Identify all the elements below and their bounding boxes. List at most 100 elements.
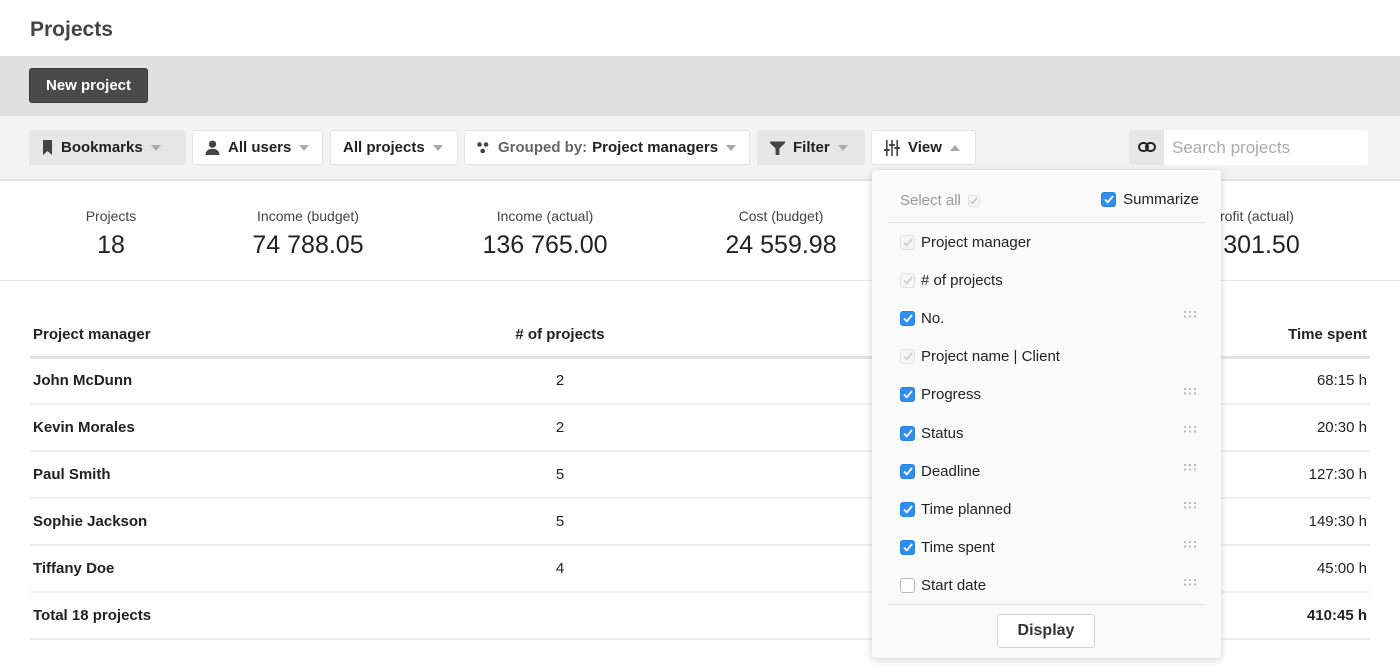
chevron-up-icon: [949, 144, 960, 151]
projects-dropdown[interactable]: All projects: [330, 130, 458, 165]
column-option-checkbox: [900, 272, 915, 288]
cell-projects: 4: [490, 545, 630, 593]
cell-manager: Tiffany Doe: [30, 545, 490, 593]
drag-handle-icon[interactable]: [1184, 573, 1197, 590]
column-option-label: Time spent: [921, 539, 995, 557]
column-option: # of projects: [900, 261, 1205, 299]
view-dropdown[interactable]: View: [871, 130, 976, 165]
summarize-checkbox[interactable]: [1101, 192, 1117, 207]
column-option-label: Time planned: [921, 500, 1012, 518]
select-all-toggle[interactable]: Select all: [900, 192, 980, 209]
column-option[interactable]: Deadline: [900, 452, 1205, 490]
column-option-label: Deadline: [921, 462, 981, 480]
new-project-button[interactable]: New project: [29, 68, 148, 103]
stat-label: Cost (budget): [738, 208, 824, 224]
cell-projects: 2: [490, 357, 630, 405]
cell-manager: Sophie Jackson: [30, 498, 490, 546]
stat-value: ) 301.50: [1208, 231, 1300, 259]
cell-time-spent: 149:30 h: [1220, 498, 1370, 546]
bookmarks-label: Bookmarks: [61, 139, 143, 156]
summarize-toggle[interactable]: Summarize: [1101, 191, 1199, 208]
user-icon: [205, 140, 220, 155]
cell-projects: 2: [490, 404, 630, 452]
column-option-checkbox[interactable]: [900, 501, 915, 517]
stat-label: Projects: [85, 208, 137, 224]
column-option: Project name | Client: [900, 338, 1205, 376]
column-option-checkbox[interactable]: [900, 578, 915, 594]
column-option[interactable]: Status: [900, 414, 1205, 452]
cell-manager: Kevin Morales: [30, 404, 490, 452]
drag-handle-icon[interactable]: [1184, 458, 1197, 475]
column-header-num-projects[interactable]: # of projects: [490, 313, 630, 359]
column-option-checkbox: [900, 349, 915, 365]
sliders-icon: [884, 139, 900, 156]
stat-income-actual: Income (actual) 136 765.00: [482, 208, 607, 260]
summarize-label: Summarize: [1123, 191, 1199, 208]
link-button[interactable]: [1129, 130, 1164, 165]
drag-handle-icon[interactable]: [1184, 496, 1197, 513]
users-label: All users: [228, 139, 292, 156]
stat-income-budget: Income (budget) 74 788.05: [252, 208, 363, 260]
column-option[interactable]: Time spent: [900, 529, 1205, 567]
cell-manager: John McDunn: [30, 357, 490, 405]
page-title: Projects: [30, 18, 113, 41]
total-projects: [490, 592, 630, 640]
stat-cost-budget: Cost (budget) 24 559.98: [725, 208, 836, 260]
column-option-checkbox: [900, 234, 915, 250]
popover-footer: Display: [888, 604, 1205, 648]
total-time-spent: 410:45 h: [1220, 592, 1370, 640]
group-by-value: Project managers: [592, 139, 719, 156]
cell-time-spent: 45:00 h: [1220, 545, 1370, 593]
column-option: Project manager: [900, 223, 1205, 261]
stat-profit-actual: rofit (actual) ) 301.50: [1208, 208, 1300, 260]
column-option-checkbox[interactable]: [900, 310, 915, 326]
stat-label: Income (budget): [257, 208, 359, 224]
stat-label: rofit (actual): [1220, 208, 1294, 224]
bookmarks-dropdown[interactable]: Bookmarks: [29, 130, 186, 165]
bookmark-icon: [42, 140, 53, 155]
stat-value: 136 765.00: [482, 231, 608, 259]
filter-label: Filter: [793, 139, 830, 156]
cell-projects: 5: [490, 451, 630, 499]
column-option-checkbox[interactable]: [900, 463, 915, 479]
filter-dropdown[interactable]: Filter: [757, 130, 865, 165]
drag-handle-icon[interactable]: [1184, 420, 1197, 437]
display-button[interactable]: Display: [997, 614, 1095, 648]
cell-projects: 5: [490, 498, 630, 546]
users-dropdown[interactable]: All users: [192, 130, 323, 165]
column-option[interactable]: No.: [900, 299, 1205, 337]
column-option-label: Start date: [921, 577, 987, 595]
select-all-checkbox[interactable]: [967, 194, 980, 207]
stat-value: 74 788.05: [252, 231, 364, 259]
view-label: View: [908, 139, 942, 156]
search-input[interactable]: [1164, 130, 1368, 165]
cell-time-spent: 20:30 h: [1220, 404, 1370, 452]
column-header-time-spent[interactable]: Time spent: [1220, 313, 1370, 359]
column-option[interactable]: Time planned: [900, 490, 1205, 528]
action-bar: New project: [0, 56, 1400, 116]
column-option-label: No.: [921, 309, 945, 327]
cell-manager: Paul Smith: [30, 451, 490, 499]
column-option-label: Project manager: [921, 233, 1032, 251]
drag-handle-icon[interactable]: [1184, 305, 1197, 322]
stat-value: 18: [97, 231, 125, 259]
stat-value: 24 559.98: [725, 231, 837, 259]
total-label: Total 18 projects: [30, 592, 490, 640]
stat-label: Income (actual): [496, 208, 594, 224]
column-option-checkbox[interactable]: [900, 387, 915, 403]
column-option-label: Progress: [921, 386, 982, 404]
view-columns-popover: Select all Summarize Project manager # of…: [872, 170, 1221, 658]
group-icon: [477, 141, 490, 154]
column-header-project-manager[interactable]: Project manager: [30, 313, 490, 359]
group-by-dropdown[interactable]: Grouped by: Project managers: [464, 130, 750, 165]
drag-handle-icon[interactable]: [1184, 535, 1197, 552]
column-option-label: # of projects: [921, 271, 1003, 289]
drag-handle-icon[interactable]: [1184, 382, 1197, 399]
column-options-list: Project manager # of projects No. Project n…: [900, 223, 1205, 605]
column-option[interactable]: Start date: [900, 567, 1205, 605]
column-option[interactable]: Progress: [900, 376, 1205, 414]
chevron-down-icon: [150, 144, 161, 151]
column-option-checkbox[interactable]: [900, 425, 915, 441]
link-icon: [1137, 139, 1156, 157]
column-option-checkbox[interactable]: [900, 540, 915, 556]
